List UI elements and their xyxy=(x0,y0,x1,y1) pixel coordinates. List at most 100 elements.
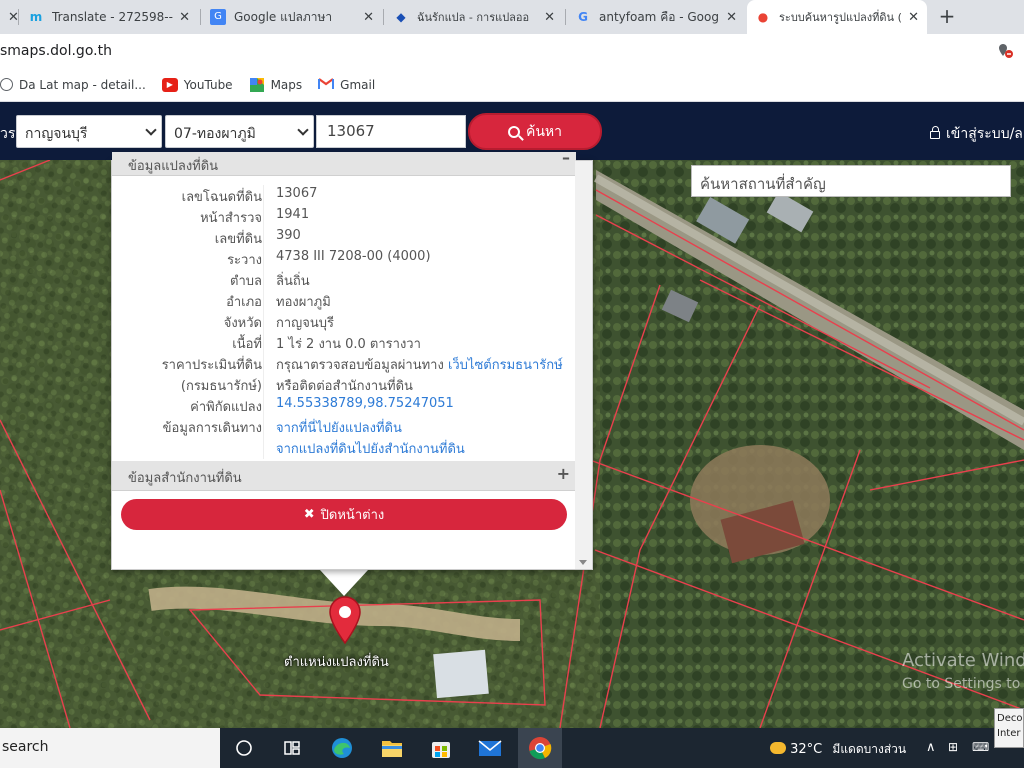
partly-sunny-icon xyxy=(770,742,786,754)
bookmark-label: YouTube xyxy=(183,77,233,92)
tab-separator xyxy=(565,9,566,25)
info-row-area: เนื้อที่ 1 ไร่ 2 งาน 0.0 ตารางวา xyxy=(112,332,576,353)
row-key: จังหวัด xyxy=(223,316,262,331)
task-view-icon[interactable] xyxy=(230,734,258,762)
notification-toast[interactable]: Deco Inter xyxy=(994,708,1024,748)
info-row-directions-office: จากแปลงที่ดินไปยังสำนักงานที่ดิน xyxy=(112,437,576,458)
parcel-info-section-header[interactable]: ข้อมูลแปลงที่ดิน – xyxy=(112,148,576,176)
section-title: ข้อมูลสำนักงานที่ดิน xyxy=(128,471,242,486)
row-key: ข้อมูลการเดินทาง xyxy=(162,421,262,436)
bookmark-dalat[interactable]: Da Lat map - detail... xyxy=(0,78,146,92)
close-window-button[interactable]: ✖ ปิดหน้าต่าง xyxy=(121,499,567,530)
tab-google-translate[interactable]: G Google แปลภาษา ✕ xyxy=(202,0,382,34)
temperature-text: 32°C xyxy=(790,742,823,757)
close-tab-icon[interactable]: ✕ xyxy=(726,10,737,25)
mail-icon[interactable] xyxy=(476,734,504,762)
info-row-land-number: เลขที่ดิน 390 xyxy=(112,227,576,248)
tab-translator[interactable]: ◆ ฉันรักแปล - การแปลออ ✕ xyxy=(385,0,563,34)
widgets-icon[interactable] xyxy=(278,734,306,762)
row-value: ลิ่นถิ่น xyxy=(276,274,310,289)
close-tab-icon[interactable]: ✕ xyxy=(179,10,190,25)
row-key: ค่าพิกัดแปลง xyxy=(190,400,262,415)
appraisal-text: กรุณาตรวจสอบข้อมูลผ่านทาง xyxy=(276,358,448,373)
directions-to-parcel-link[interactable]: จากที่นี่ไปยังแปลงที่ดิน xyxy=(276,417,402,438)
notification-line2: Inter xyxy=(997,728,1021,739)
browser-tabstrip: ✕ m Translate - 272598--R ✕ G Google แปล… xyxy=(0,0,1024,34)
district-select[interactable]: 07-ทองผาภูมิ xyxy=(165,115,314,148)
new-tab-button[interactable]: + xyxy=(936,6,958,28)
edge-icon[interactable] xyxy=(328,734,356,762)
windows-taskbar: search 32°C มีแดดบางส่วน ∧ ⊞ ⌨ Deco Inte… xyxy=(0,708,1024,768)
info-row-appraisal: ราคาประเมินที่ดิน กรุณาตรวจสอบข้อมูลผ่าน… xyxy=(112,353,576,374)
tab-cut-off[interactable]: ✕ xyxy=(0,0,18,34)
tab-google-search[interactable]: G antyfoam คือ - Google ✕ xyxy=(567,0,745,34)
tab-land-search[interactable]: ● ระบบค้นหารูปแปลงที่ดิน ( ✕ xyxy=(747,0,927,34)
google-g-icon: G xyxy=(578,10,588,24)
chrome-icon[interactable] xyxy=(518,728,562,768)
taskbar-search-box[interactable]: search xyxy=(0,728,220,768)
notification-line1: Deco xyxy=(997,713,1023,724)
province-select[interactable]: กาญจนบุรี xyxy=(16,115,162,148)
header-label-cut: วร xyxy=(0,126,16,142)
popup-pointer xyxy=(320,570,368,596)
bookmark-youtube[interactable]: ▶ YouTube xyxy=(161,77,233,92)
close-tab-icon[interactable]: ✕ xyxy=(908,10,919,25)
url-field[interactable]: smaps.dol.go.th xyxy=(0,43,112,59)
search-button[interactable]: ค้นหา xyxy=(468,113,602,150)
popup-scrollbar[interactable] xyxy=(575,161,592,569)
location-blocked-icon[interactable] xyxy=(996,42,1016,60)
row-value: กรุณาตรวจสอบข้อมูลผ่านทาง เว็บไซต์กรมธนา… xyxy=(276,354,563,375)
google-translate-icon: G xyxy=(210,9,226,25)
tab-title: ฉันรักแปล - การแปลออ xyxy=(417,11,530,24)
directions-to-office-link[interactable]: จากแปลงที่ดินไปยังสำนักงานที่ดิน xyxy=(276,438,465,459)
close-tab-icon[interactable]: ✕ xyxy=(8,10,18,25)
landmark-search-input[interactable]: ค้นหาสถานที่สำคัญ xyxy=(691,165,1011,197)
tab-separator xyxy=(18,9,19,25)
province-value: กาญจนบุรี xyxy=(25,126,88,142)
tab-translate[interactable]: m Translate - 272598--R ✕ xyxy=(20,0,198,34)
close-tab-icon[interactable]: ✕ xyxy=(544,10,555,25)
row-value: 1 ไร่ 2 งาน 0.0 ตารางวา xyxy=(276,337,421,352)
tray-keyboard-icon[interactable]: ⌨ xyxy=(972,740,989,754)
chevron-down-icon xyxy=(145,124,157,136)
map-pin-icon[interactable] xyxy=(328,595,362,645)
lock-icon xyxy=(930,126,940,139)
chevron-down-icon xyxy=(297,124,309,136)
info-row-deed-number: เลขโฉนดที่ดิน 13067 xyxy=(112,185,576,206)
weather-widget[interactable]: 32°C มีแดดบางส่วน xyxy=(770,740,906,759)
map-pin-icon: ● xyxy=(757,10,769,24)
maps-icon xyxy=(249,77,265,92)
gmail-icon xyxy=(318,77,335,92)
row-key: (กรมธนารักษ์) xyxy=(180,379,262,394)
tray-chevron-up-icon[interactable]: ∧ xyxy=(926,740,936,755)
deed-number-input[interactable]: 13067 xyxy=(316,115,466,148)
store-icon[interactable] xyxy=(427,734,455,762)
bookmark-maps[interactable]: Maps xyxy=(249,77,303,92)
info-row-survey-page: หน้าสำรวจ 1941 xyxy=(112,206,576,227)
login-label: เข้าสู่ระบบ/ล xyxy=(946,126,1023,142)
bookmark-label: Maps xyxy=(270,77,303,92)
bookmark-gmail[interactable]: Gmail xyxy=(318,78,375,92)
collapse-icon[interactable]: – xyxy=(562,148,570,167)
pin-label: ตำแหน่งแปลงที่ดิน xyxy=(284,655,389,670)
info-row-province: จังหวัด กาญจนบุรี xyxy=(112,311,576,332)
scroll-down-arrow-icon[interactable] xyxy=(579,560,587,565)
login-link[interactable]: เข้าสู่ระบบ/ล xyxy=(930,123,1023,145)
row-key: เลขที่ดิน xyxy=(214,232,262,247)
close-button-label: ปิดหน้าต่าง xyxy=(320,508,385,523)
row-value: 390 xyxy=(276,228,301,243)
row-value: 1941 xyxy=(276,207,310,222)
row-key: อำเภอ xyxy=(226,295,262,310)
treasury-website-link[interactable]: เว็บไซต์กรมธนารักษ์ xyxy=(448,358,563,373)
activate-windows-watermark: Activate Wind xyxy=(902,650,1024,671)
info-row-map-sheet: ระวาง 4738 III 7208-00 (4000) xyxy=(112,248,576,269)
file-explorer-icon[interactable] xyxy=(378,734,406,762)
coordinates-link[interactable]: 14.55338789,98.75247051 xyxy=(276,396,454,411)
tray-network-icon[interactable]: ⊞ xyxy=(948,740,958,754)
land-office-section-header[interactable]: ข้อมูลสำนักงานที่ดิน + xyxy=(112,461,576,491)
row-key: ตำบล xyxy=(230,274,262,289)
close-tab-icon[interactable]: ✕ xyxy=(363,10,374,25)
expand-plus-icon[interactable]: + xyxy=(557,464,570,483)
info-row-district: อำเภอ ทองผาภูมิ xyxy=(112,290,576,311)
translate-m-icon: m xyxy=(29,10,43,24)
